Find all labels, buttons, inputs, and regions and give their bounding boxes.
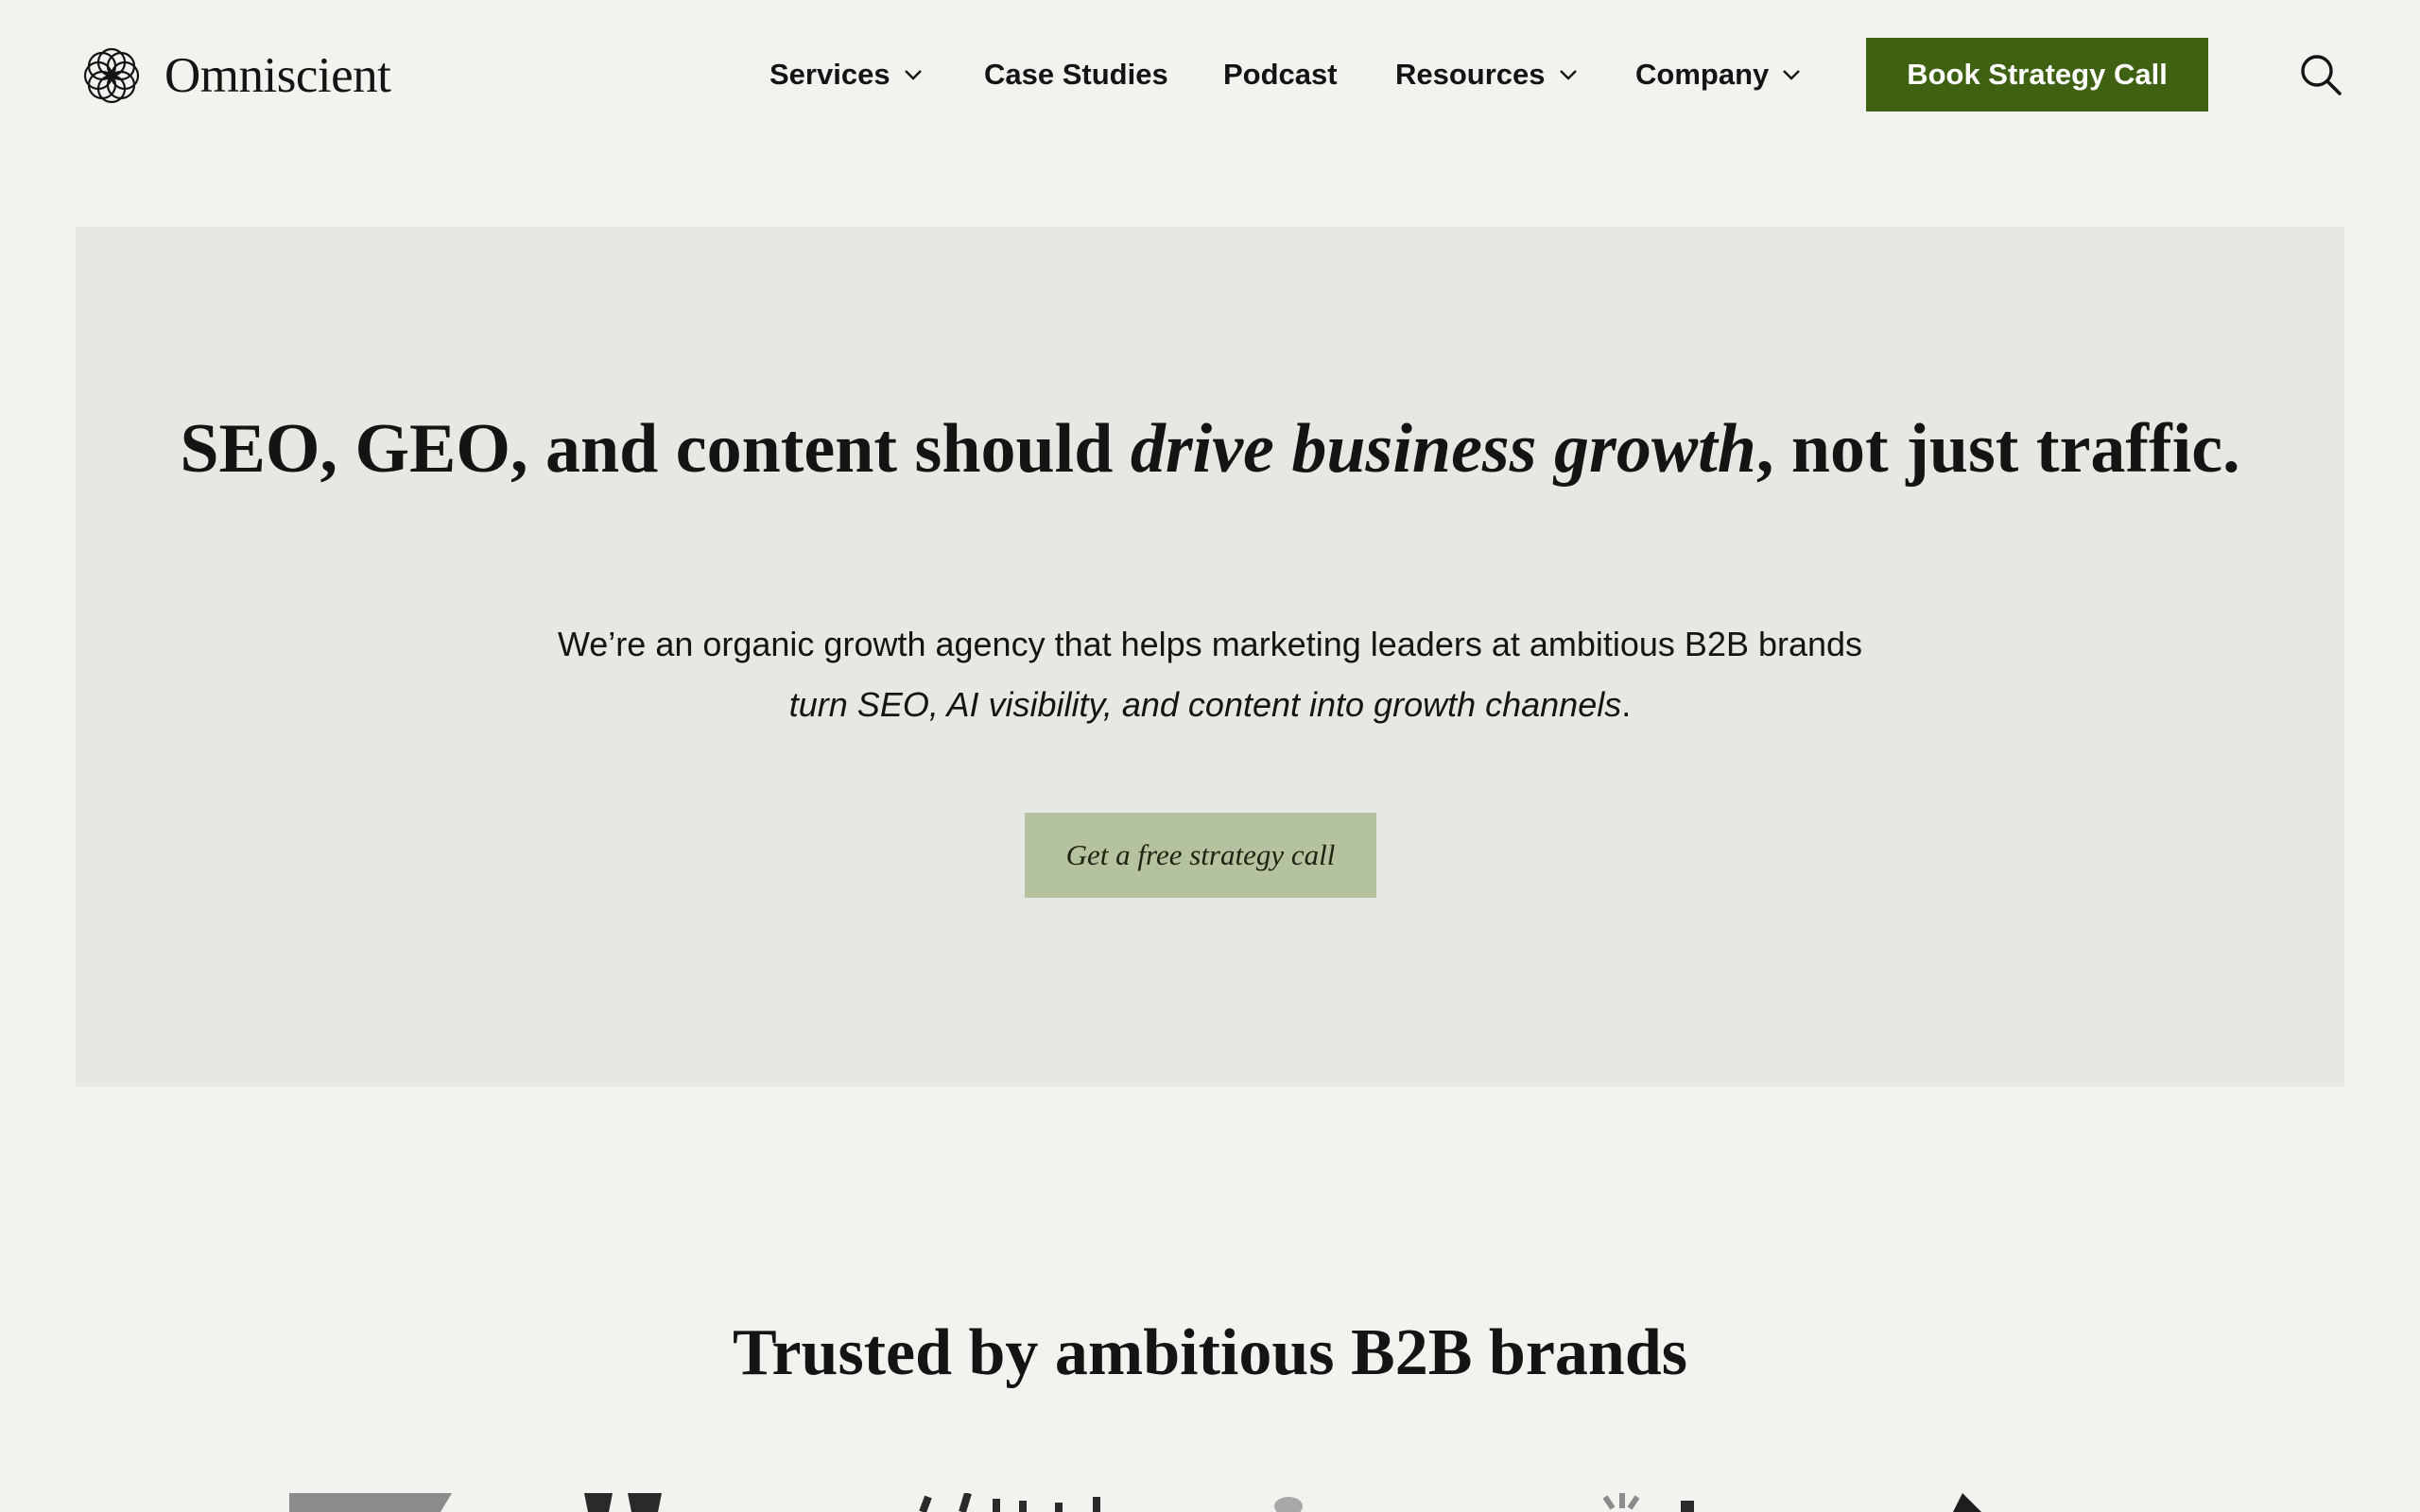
hero-subtitle-part1: We’re an organic growth agency that help…: [557, 625, 1863, 663]
nav-company-label: Company: [1635, 58, 1770, 91]
nav-services-label: Services: [769, 58, 890, 91]
client-logo-1: [289, 1493, 452, 1512]
hero-section: SEO, GEO, and content should drive busin…: [76, 227, 2344, 1087]
hero-heading-emphasis: drive business growth: [1130, 410, 1756, 488]
site-header: Omniscient Services Case Studies Podcast…: [0, 0, 2420, 151]
nav-resources[interactable]: Resources: [1395, 55, 1578, 94]
client-logo-4: [1272, 1493, 1305, 1512]
nav-company[interactable]: Company: [1635, 55, 1801, 94]
brand-name: Omniscient: [164, 48, 391, 103]
chevron-down-icon: [1559, 70, 1577, 80]
chevron-down-icon: [904, 70, 922, 80]
knot-rosette-icon: [83, 47, 140, 104]
brand-logo[interactable]: Omniscient: [78, 40, 391, 112]
hero-subtitle: We’re an organic growth agency that help…: [76, 614, 2344, 735]
trusted-heading: Trusted by ambitious B2B brands: [732, 1316, 1688, 1389]
nav-resources-label: Resources: [1395, 58, 1546, 91]
hero-subtitle-emphasis: turn SEO, AI visibility, and content int…: [788, 685, 1622, 724]
client-logo-2: [584, 1493, 662, 1512]
book-strategy-call-button[interactable]: Book Strategy Call: [1866, 38, 2208, 112]
client-logo-3: [917, 1493, 1134, 1512]
nav-podcast[interactable]: Podcast: [1223, 55, 1338, 94]
client-logo-strip: [0, 1493, 2420, 1512]
client-logo-5: [1601, 1493, 1724, 1512]
free-strategy-call-button[interactable]: Get a free strategy call: [1025, 813, 1376, 898]
hero-heading-part1: SEO, GEO, and content should: [180, 410, 1131, 488]
nav-services[interactable]: Services: [769, 55, 923, 94]
nav-case-studies-label: Case Studies: [984, 58, 1168, 91]
chevron-down-icon: [1783, 70, 1801, 80]
nav-podcast-label: Podcast: [1223, 58, 1338, 91]
hero-heading: SEO, GEO, and content should drive busin…: [76, 414, 2344, 484]
hero-heading-part2: , not just traffic.: [1755, 410, 2240, 488]
client-logo-6: [1953, 1493, 1991, 1512]
hero-subtitle-part2: .: [1621, 685, 1632, 724]
nav-case-studies[interactable]: Case Studies: [984, 55, 1168, 94]
search-icon[interactable]: [2299, 53, 2342, 96]
